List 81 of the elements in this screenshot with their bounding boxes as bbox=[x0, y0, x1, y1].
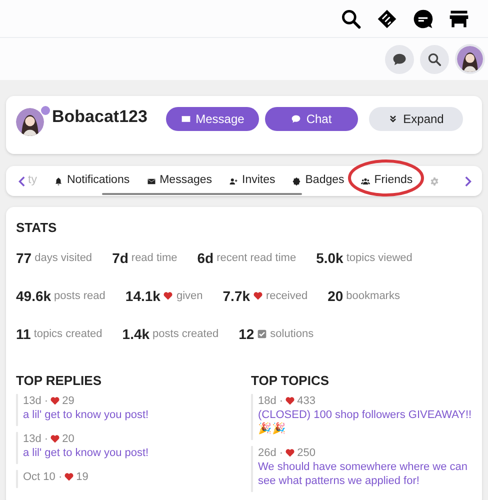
search-icon[interactable] bbox=[340, 8, 362, 30]
stat-caption: bookmarks bbox=[346, 289, 400, 304]
like-count: 250 bbox=[297, 446, 316, 460]
profile-action-button[interactable]: Chat bbox=[265, 107, 358, 131]
checkbox-icon bbox=[257, 329, 268, 339]
post-date: 13d · bbox=[23, 432, 48, 446]
stat-number: 49.6k bbox=[16, 287, 52, 305]
heart-icon bbox=[285, 396, 296, 406]
heart-icon bbox=[253, 291, 264, 301]
like-count: 29 bbox=[62, 394, 74, 408]
like-count: 433 bbox=[297, 394, 316, 408]
user-avatar bbox=[16, 108, 44, 136]
username: Bobacat123 bbox=[52, 106, 148, 128]
list-entry[interactable]: 13d · 29 a lil' get to know you post! bbox=[16, 394, 237, 426]
profile-tab[interactable]: Invites bbox=[229, 172, 276, 190]
search-button[interactable] bbox=[420, 44, 449, 74]
chevron-left-icon[interactable] bbox=[18, 176, 25, 186]
stat-number: 12 bbox=[238, 325, 254, 343]
stat-number: 14.1k bbox=[125, 287, 160, 305]
stat-caption: read time bbox=[131, 251, 178, 266]
bell-icon bbox=[54, 176, 63, 186]
stat-caption: posts read bbox=[54, 289, 106, 304]
people-icon bbox=[361, 176, 370, 186]
post-date: 18d · bbox=[258, 394, 284, 408]
heart-icon bbox=[64, 472, 74, 482]
stat-caption: topics viewed bbox=[346, 251, 412, 266]
diamond-icon[interactable] bbox=[376, 8, 398, 30]
post-date: 13d · bbox=[23, 394, 48, 408]
profile-tab[interactable]: Messages bbox=[146, 172, 212, 190]
topic-link[interactable]: (CLOSED) 100 shop followers GIVEAWAY!! 🎉🎉 bbox=[258, 408, 472, 436]
stat-number: 11 bbox=[16, 325, 31, 343]
stat-caption: topics created bbox=[34, 327, 102, 342]
stat-number: 77 bbox=[16, 249, 32, 267]
stat-number: 1.4k bbox=[122, 325, 150, 343]
heart-icon bbox=[285, 448, 296, 458]
speech-bubble-icon bbox=[291, 114, 302, 124]
chat-button[interactable] bbox=[385, 44, 414, 74]
post-date: Oct 10 · bbox=[23, 470, 62, 484]
stat-caption: solutions bbox=[270, 327, 314, 342]
list-entry[interactable]: 26d · 250 We should have somewhere where we can see what patterns we applied for! bbox=[251, 446, 472, 492]
stat-caption: posts created bbox=[152, 327, 219, 342]
section-heading: STATS bbox=[16, 219, 58, 237]
envelope-icon bbox=[180, 114, 191, 124]
profile-tab[interactable]: Badges bbox=[292, 172, 344, 190]
stat-caption: given bbox=[176, 289, 203, 304]
list-entry[interactable]: 18d · 433 (CLOSED) 100 shop followers GIVEAWAY!! 🎉🎉 bbox=[251, 394, 472, 440]
heart-icon bbox=[50, 396, 60, 406]
avatar-button[interactable] bbox=[455, 44, 485, 74]
chevron-right-icon[interactable] bbox=[465, 176, 472, 186]
profile-action-button[interactable]: Expand bbox=[369, 107, 463, 131]
topic-link[interactable]: a lil' get to know you post! bbox=[23, 446, 237, 460]
stat-caption: recent read time bbox=[216, 251, 296, 266]
badge-icon bbox=[292, 176, 302, 186]
profile-tab[interactable]: Notifications bbox=[54, 172, 130, 190]
like-count: 19 bbox=[76, 470, 88, 484]
heart-icon bbox=[50, 434, 60, 444]
stat-number: 7.7k bbox=[222, 287, 250, 305]
search-icon bbox=[427, 52, 442, 66]
like-count: 20 bbox=[62, 432, 74, 446]
post-date: 26d · bbox=[258, 446, 284, 460]
list-entry[interactable]: Oct 10 · 19 bbox=[16, 470, 237, 488]
section-heading: TOP REPLIES bbox=[16, 373, 102, 389]
profile-action-button[interactable]: Message bbox=[166, 107, 259, 131]
topic-link[interactable]: We should have somewhere where we can see what patterns we applied for! bbox=[258, 460, 472, 488]
stat-number: 7d bbox=[112, 249, 128, 267]
speech-bubble-icon bbox=[392, 52, 407, 66]
double-chevron-icon bbox=[388, 114, 398, 124]
flair-badge bbox=[40, 105, 51, 116]
stat-number: 20 bbox=[328, 287, 344, 305]
heart-icon bbox=[163, 291, 174, 301]
gear-icon bbox=[430, 176, 439, 186]
section-heading: TOP TOPICS bbox=[251, 373, 330, 389]
stat-caption: received bbox=[266, 289, 308, 304]
stat-number: 6d bbox=[197, 249, 214, 267]
topic-link[interactable]: a lil' get to know you post! bbox=[23, 408, 237, 422]
list-entry[interactable]: 13d · 20 a lil' get to know you post! bbox=[16, 432, 237, 464]
chat-icon[interactable] bbox=[412, 8, 434, 30]
envelope-icon bbox=[146, 176, 156, 186]
stat-number: 5.0k bbox=[316, 249, 344, 267]
stat-caption: days visited bbox=[34, 251, 92, 266]
add-person-icon bbox=[229, 176, 238, 186]
